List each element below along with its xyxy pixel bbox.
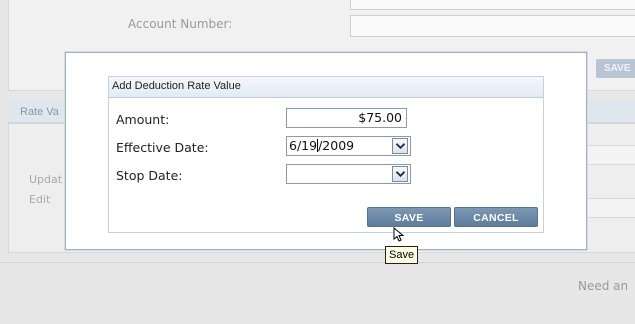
amount-input[interactable]: $75.00 xyxy=(286,108,407,128)
stop-date-dropdown-button[interactable] xyxy=(392,166,408,182)
effective-date-dropdown-button[interactable] xyxy=(392,138,408,154)
dialog-header: Add Deduction Rate Value xyxy=(109,77,543,98)
effective-date-value-start: 6/19 xyxy=(289,138,318,153)
background-save-button[interactable]: SAVE xyxy=(596,59,635,78)
footer-help-text: Need an xyxy=(578,279,629,293)
effective-date-input[interactable]: 6/19/2009 xyxy=(286,136,411,156)
mouse-pointer-icon xyxy=(393,227,405,242)
stop-date-label: Stop Date: xyxy=(116,168,183,183)
update-link[interactable]: Updat xyxy=(29,173,62,186)
top-input-field[interactable] xyxy=(350,0,635,10)
cancel-button[interactable]: CANCEL xyxy=(454,207,538,227)
rate-values-label: Rate Va xyxy=(20,106,59,118)
chevron-down-icon xyxy=(395,143,405,149)
chevron-down-icon xyxy=(395,171,405,177)
account-number-input[interactable] xyxy=(350,15,635,37)
stop-date-input[interactable] xyxy=(286,164,411,184)
dialog-title: Add Deduction Rate Value xyxy=(112,80,241,92)
amount-label: Amount: xyxy=(116,112,170,127)
save-tooltip: Save xyxy=(385,246,419,264)
save-button[interactable]: SAVE xyxy=(367,207,451,227)
footer-divider xyxy=(0,262,635,263)
effective-date-value-end: /2009 xyxy=(318,138,355,153)
effective-date-label: Effective Date: xyxy=(116,140,209,155)
edit-link[interactable]: Edit xyxy=(29,193,50,206)
account-number-label: Account Number: xyxy=(128,17,233,31)
